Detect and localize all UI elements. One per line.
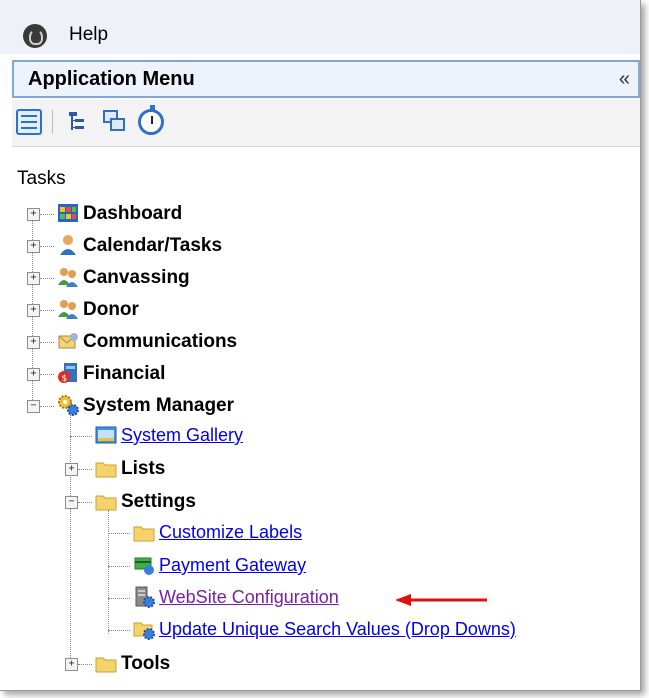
gallery-icon [95,426,117,444]
expand-button[interactable]: + [27,240,40,253]
tree-item-link[interactable]: Payment Gateway [159,555,306,576]
expand-button[interactable]: + [27,272,40,285]
expand-button[interactable]: + [65,658,78,671]
tree-item-label: Financial [83,363,166,384]
tree-connector [40,246,54,247]
financial-icon: $ [58,363,77,384]
collapse-button[interactable]: − [27,400,40,413]
svg-text:$: $ [62,374,68,384]
tasks-tree: + Dashboard + Calendar/Tasks + Canvassin… [0,0,640,690]
tree-connector [40,310,54,311]
tree-connector [108,510,109,634]
server-gear-icon [135,586,155,608]
tree-connector [78,469,92,470]
tree-item-link[interactable]: System Gallery [121,425,243,446]
expand-button[interactable]: + [27,368,40,381]
application-window: Help Application Menu « Tasks + Dashboar… [0,0,641,691]
tree-connector [78,664,92,665]
tree-item-link[interactable]: Customize Labels [159,522,302,543]
tree-connector [78,502,92,503]
tree-connector [40,374,54,375]
expand-button[interactable]: + [65,463,78,476]
tree-item-label: Dashboard [83,203,183,224]
tree-item-link[interactable]: Update Unique Search Values (Drop Downs) [159,619,516,640]
tree-connector [70,436,92,437]
tree-connector [108,533,130,534]
tree-item-label: Donor [83,299,139,320]
tree-connector [40,342,54,343]
tree-connector [40,406,54,407]
person-icon [60,235,76,255]
people-icon [58,300,78,319]
folder-icon [95,495,117,511]
collapse-button[interactable]: − [65,496,78,509]
tree-connector [108,566,130,567]
tree-connector [40,214,54,215]
expand-button[interactable]: + [27,304,40,317]
tree-connector [108,630,130,631]
people-icon [58,268,78,287]
tree-item-label: Settings [121,491,196,512]
annotation-arrow-icon [395,594,487,606]
tree-item-label: Calendar/Tasks [83,235,223,256]
payment-icon [134,557,154,575]
folder-icon [95,657,117,673]
tree-item-label: Lists [121,458,166,479]
tree-connector [40,278,54,279]
expand-button[interactable]: + [27,336,40,349]
tree-item-label: Communications [83,331,238,352]
tree-connector [108,598,130,599]
expand-button[interactable]: + [27,208,40,221]
communications-icon [58,333,78,349]
tree-item-link[interactable]: WebSite Configuration [159,587,339,608]
tree-item-label: Tools [121,653,171,674]
folder-icon [95,462,117,478]
tree-connector [70,412,71,664]
tree-item-label: System Manager [83,395,235,416]
gears-icon [58,395,79,416]
folder-icon [133,526,155,542]
tree-item-label: Canvassing [83,267,190,288]
folder-gear-icon [133,622,155,640]
dashboard-icon [58,204,78,222]
